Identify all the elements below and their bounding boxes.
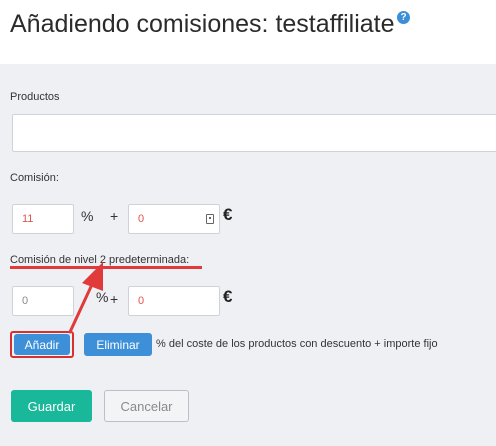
annotation-arrow bbox=[68, 262, 103, 334]
